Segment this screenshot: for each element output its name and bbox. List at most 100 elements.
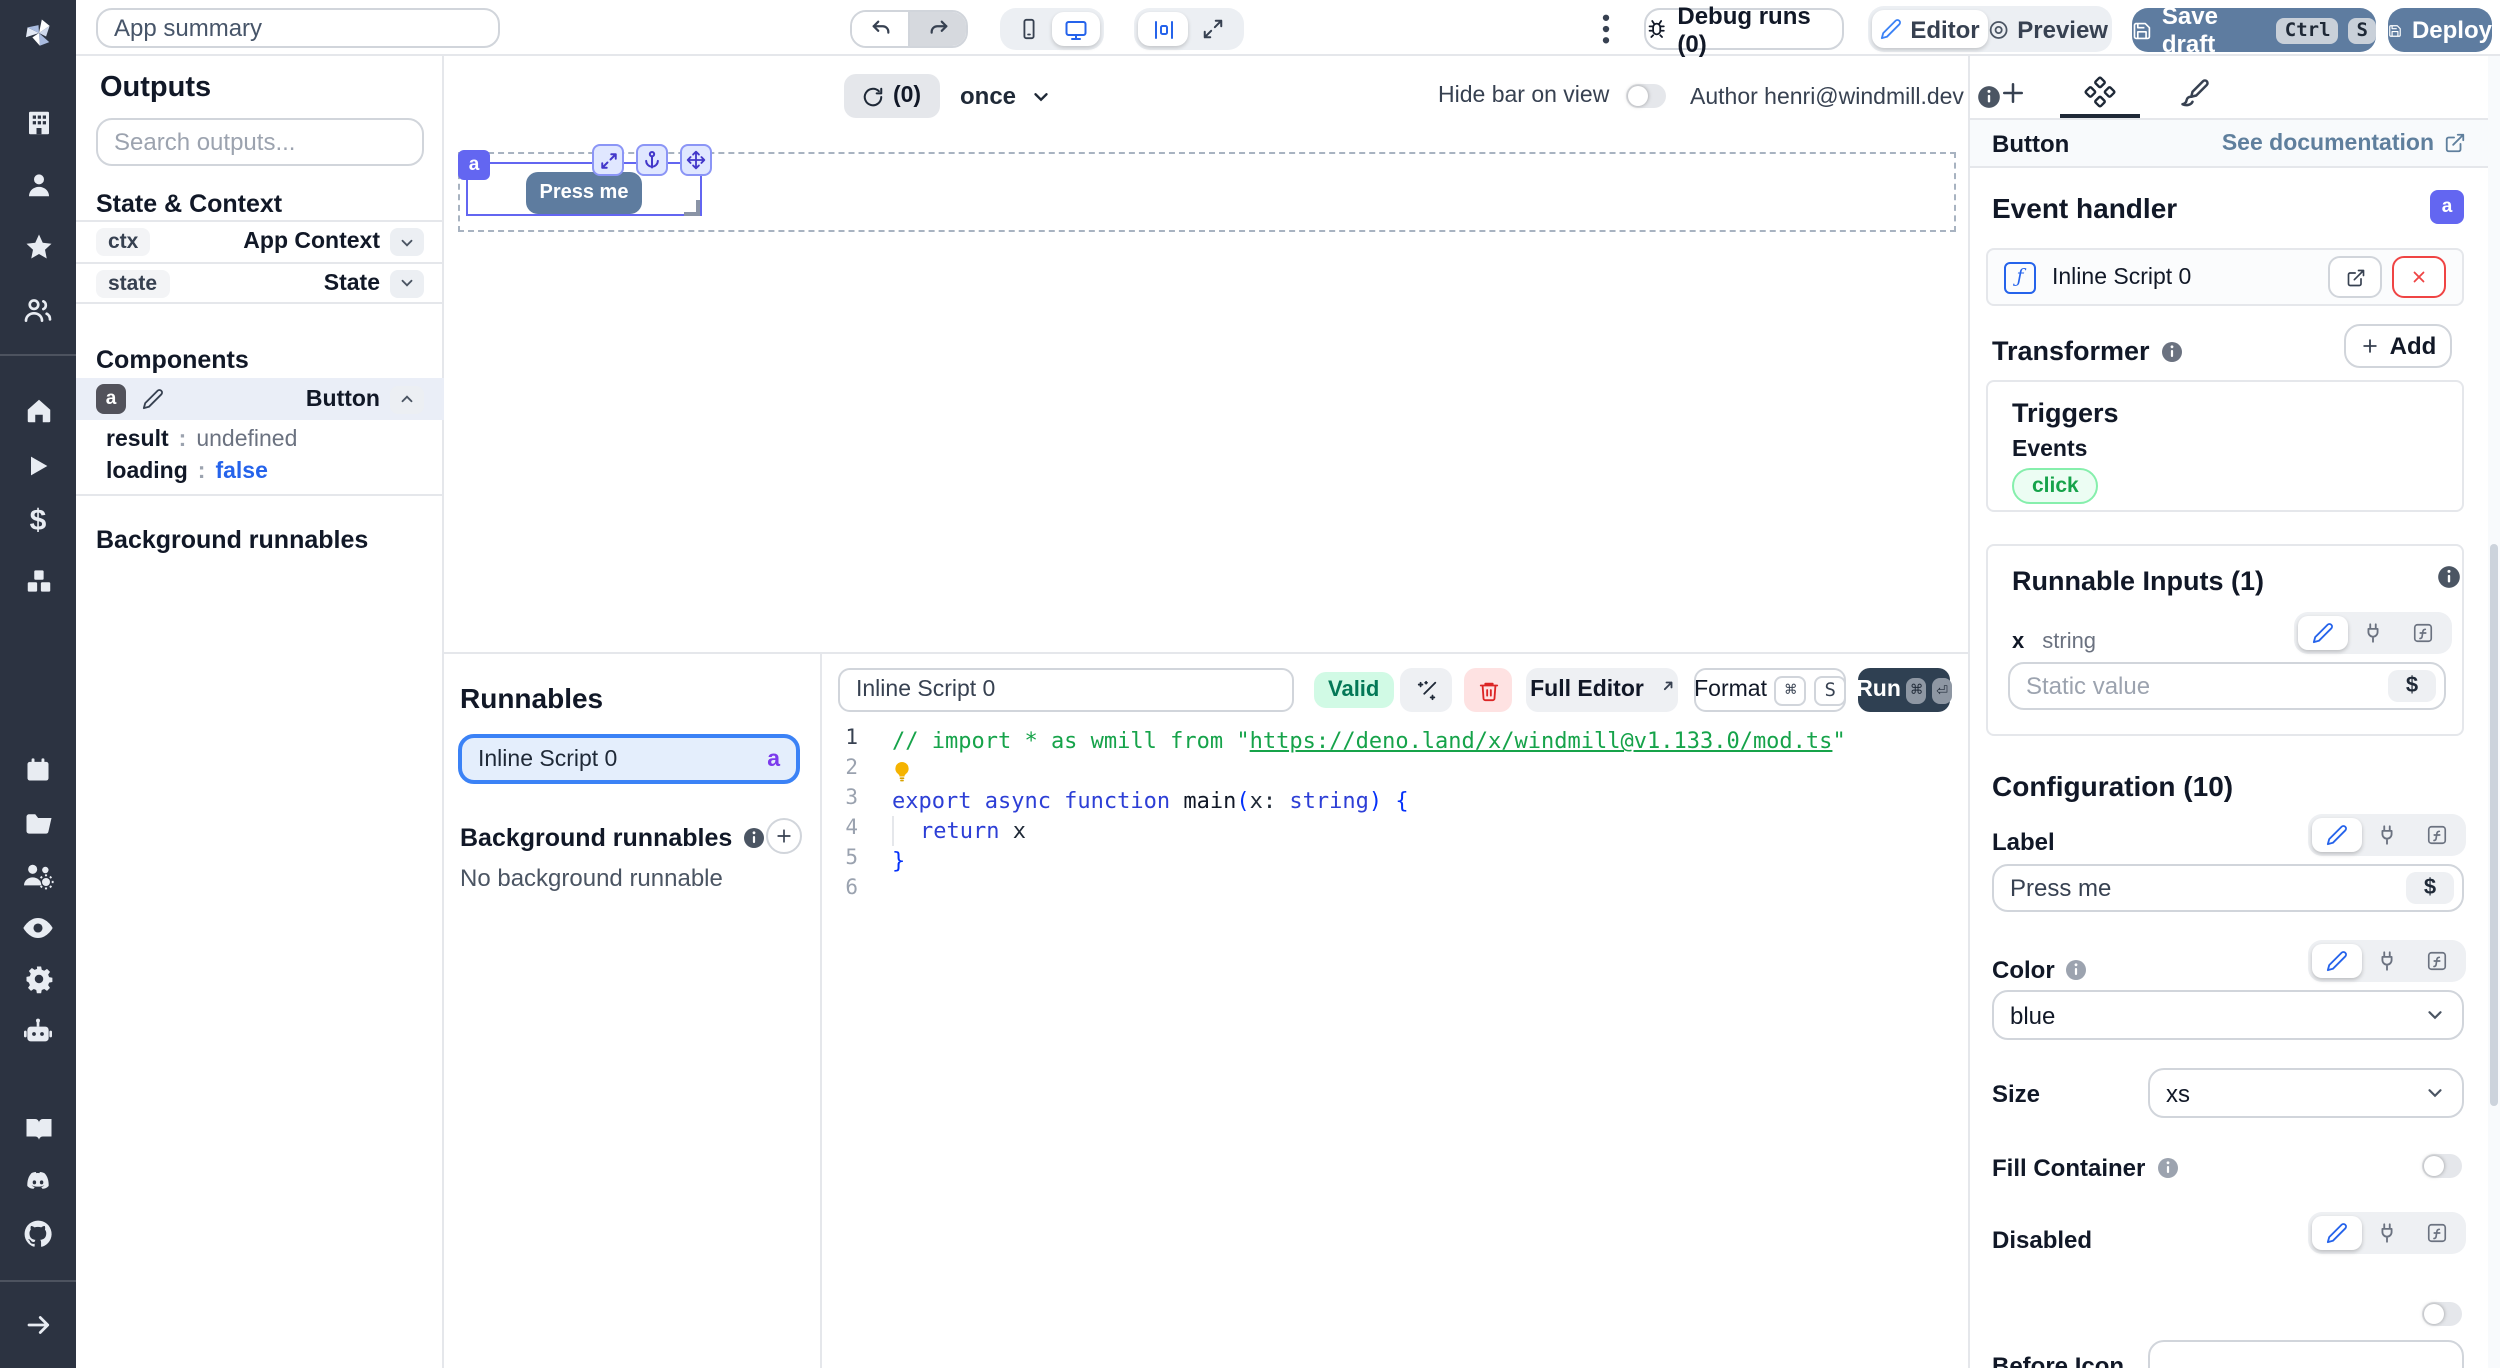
before-icon-select[interactable] (2148, 1340, 2464, 1368)
recompute-mode-value: once (960, 82, 1016, 110)
fill-container-toggle[interactable] (2422, 1154, 2462, 1178)
code-url-link[interactable]: https://deno.land/x/windmill@v1.133.0/mo… (1250, 728, 1833, 754)
ai-robot-icon[interactable] (0, 1016, 76, 1048)
settings-gear-icon[interactable] (0, 964, 76, 994)
user-icon[interactable] (0, 170, 76, 200)
resize-corner-handle[interactable] (684, 200, 700, 216)
debug-runs-button[interactable]: Debug runs (0) (1644, 8, 1844, 50)
code-editor[interactable]: 1 // import * as wmill from "https://den… (826, 726, 1956, 900)
search-outputs-input[interactable]: Search outputs... (96, 118, 424, 166)
static-mode-pencil-button[interactable] (2312, 1216, 2362, 1250)
connect-mode-plug-button[interactable] (2362, 818, 2412, 852)
github-icon[interactable] (0, 1218, 76, 1250)
workers-users-cog-icon[interactable] (0, 860, 76, 892)
settings-scrollbar-thumb[interactable] (2490, 544, 2498, 1106)
windmill-logo[interactable] (0, 16, 76, 50)
output-row-ctx[interactable]: ctx App Context (76, 220, 444, 262)
press-me-button[interactable]: Press me (526, 172, 642, 214)
deploy-button[interactable]: Deploy (2388, 8, 2492, 52)
runnable-item-inline-script-0[interactable]: Inline Script 0 a (458, 734, 800, 784)
event-script-row[interactable]: ƒ Inline Script 0 (1986, 248, 2464, 306)
info-icon[interactable] (2160, 339, 2184, 363)
color-select[interactable]: blue (1992, 990, 2464, 1040)
info-icon[interactable] (2065, 958, 2089, 982)
remove-script-button[interactable] (2392, 256, 2446, 298)
discord-icon[interactable] (0, 1166, 76, 1198)
format-button[interactable]: Format ⌘ S (1694, 668, 1846, 712)
static-mode-pencil-button[interactable] (2312, 818, 2362, 852)
recompute-count-button[interactable]: (0) (844, 74, 940, 118)
info-icon[interactable] (2155, 1156, 2179, 1180)
tab-editor[interactable]: Editor (1872, 10, 1988, 48)
eval-mode-function-button[interactable] (2398, 616, 2448, 650)
static-mode-pencil-button[interactable] (2312, 944, 2362, 978)
tab-preview[interactable]: Preview (1988, 10, 2108, 48)
app-summary-input[interactable]: App summary (96, 8, 500, 48)
info-icon[interactable] (2436, 564, 2462, 590)
open-script-button[interactable] (2328, 256, 2382, 298)
component-row-a[interactable]: a Button (76, 378, 444, 420)
add-background-runnable-button[interactable] (766, 818, 802, 854)
add-transformer-button[interactable]: Add (2344, 324, 2452, 368)
size-select[interactable]: xs (2148, 1068, 2464, 1118)
rename-pencil-icon[interactable] (142, 388, 164, 410)
home-icon[interactable] (0, 396, 76, 426)
fill-container-title: Fill Container (1992, 1154, 2145, 1182)
groups-icon[interactable] (0, 294, 76, 326)
eval-mode-function-button[interactable] (2412, 818, 2462, 852)
workspace-icon[interactable] (0, 108, 76, 138)
eval-mode-function-button[interactable] (2412, 944, 2462, 978)
anchor-component-handle[interactable] (636, 144, 668, 176)
code-comment: " (1832, 728, 1845, 754)
disabled-toggle[interactable] (2422, 1302, 2462, 1326)
expand-component-handle[interactable] (592, 144, 624, 176)
component-collapse-chevron[interactable] (390, 385, 424, 413)
desktop-view-button[interactable] (1052, 12, 1100, 46)
redo-button[interactable] (909, 12, 966, 46)
save-draft-button[interactable]: Save draft Ctrl S (2132, 8, 2376, 52)
folders-icon[interactable] (0, 808, 76, 838)
delete-script-trash-button[interactable] (1464, 668, 1512, 712)
move-component-handle[interactable] (680, 144, 712, 176)
fullscreen-button[interactable] (1188, 12, 1238, 46)
code-param: x (1250, 788, 1263, 814)
runs-play-icon[interactable] (0, 452, 76, 480)
undo-button[interactable] (852, 12, 909, 46)
see-documentation-link[interactable]: See documentation (2222, 131, 2466, 155)
full-editor-button[interactable]: Full Editor (1526, 668, 1678, 712)
state-expand-chevron[interactable] (390, 269, 424, 297)
connect-mode-plug-button[interactable] (2362, 1216, 2412, 1250)
info-icon[interactable] (742, 826, 766, 850)
connect-mode-plug-button[interactable] (2348, 616, 2398, 650)
dollar-template-button[interactable]: $ (2406, 872, 2454, 904)
label-value-input[interactable]: Press me $ (1992, 864, 2464, 912)
ai-wand-button[interactable] (1400, 668, 1452, 712)
variables-dollar-icon[interactable]: $ (0, 504, 76, 538)
recompute-mode-select[interactable]: once (960, 74, 1052, 118)
script-name-input[interactable]: Inline Script 0 (838, 668, 1294, 712)
center-content-button[interactable] (1138, 12, 1188, 46)
static-value-input[interactable]: Static value $ (2008, 662, 2446, 710)
mobile-view-button[interactable] (1004, 12, 1052, 46)
dollar-template-button[interactable]: $ (2388, 670, 2436, 702)
schedules-calendar-icon[interactable] (0, 756, 76, 784)
resources-cubes-icon[interactable] (0, 566, 76, 596)
triggers-title: Triggers (2012, 398, 2119, 428)
favorites-star-icon[interactable] (0, 232, 76, 262)
theme-brush-tab[interactable] (2174, 72, 2214, 112)
hide-bar-toggle[interactable] (1625, 84, 1665, 108)
ctx-expand-chevron[interactable] (390, 228, 424, 256)
collapse-sidebar-arrow-icon[interactable] (0, 1310, 76, 1340)
component-settings-tab[interactable] (2080, 72, 2120, 112)
connect-mode-plug-button[interactable] (2362, 944, 2412, 978)
label-mode-group (2308, 814, 2466, 856)
run-button[interactable]: Run ⌘ ⏎ (1858, 668, 1950, 712)
docs-book-icon[interactable] (0, 1114, 76, 1144)
static-mode-pencil-button[interactable] (2298, 616, 2348, 650)
more-options-kebab-icon[interactable] (1598, 14, 1614, 44)
lightbulb-hint-icon[interactable] (892, 759, 912, 783)
audit-eye-icon[interactable] (0, 912, 76, 944)
eval-mode-function-button[interactable] (2412, 1216, 2462, 1250)
output-row-state[interactable]: state State (76, 262, 444, 304)
insert-component-tab[interactable] (1992, 72, 2032, 112)
